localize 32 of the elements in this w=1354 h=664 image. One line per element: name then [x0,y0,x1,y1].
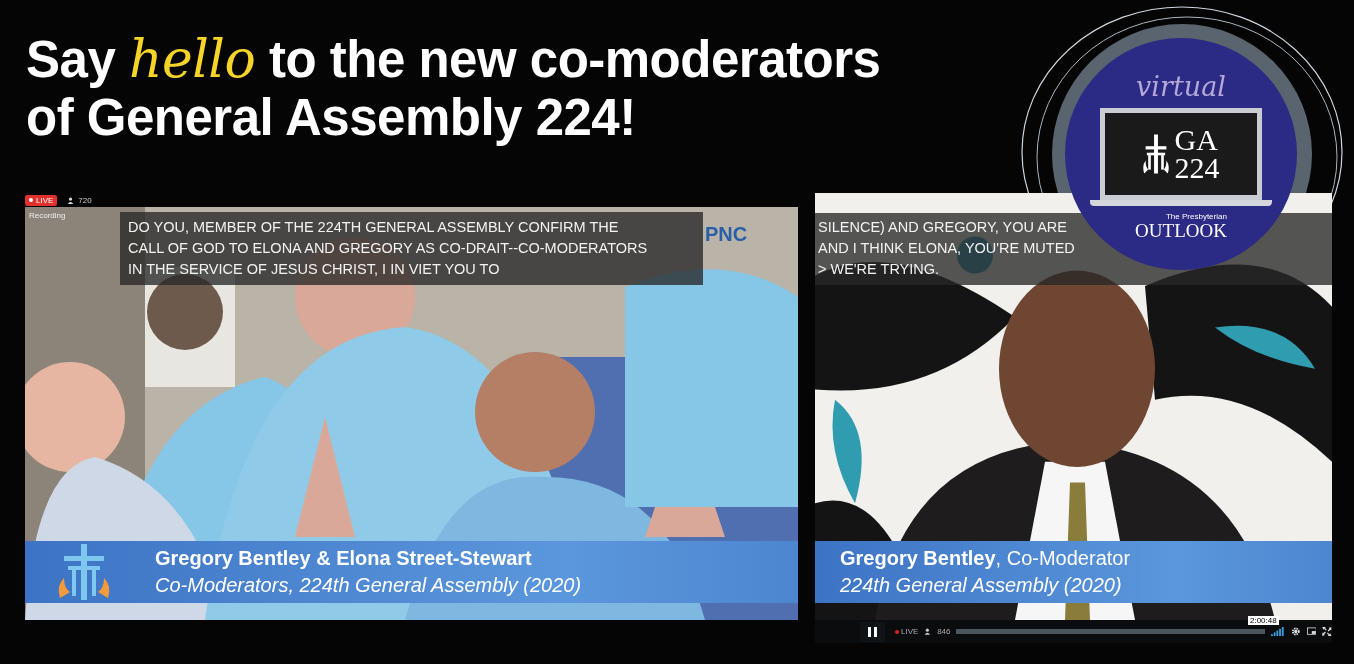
viewer-icon [67,196,75,204]
time-tooltip: 2:00:48 [1247,616,1279,625]
publisher-small-text: The Presbyterian [1166,212,1227,221]
viewer-count: 846 [937,627,951,636]
speaker-title: Co-Moderators, 224th General Assembly (2020) [155,573,582,598]
speaker-title: 224th General Assembly (2020) [840,573,1123,598]
publisher-name: OUTLOOK [1135,221,1227,241]
badge-number: 224 [1174,154,1220,182]
caption-text: CALL OF GOD TO ELONA AND GREGORY AS CO-DRAIT--CO-MODERATORS [128,239,648,258]
headline-text: of General Assembly 224! [26,89,636,147]
recording-label: Recording [29,211,66,220]
caption-text: SILENCE) AND GREGORY, YOU ARE [818,218,1067,237]
sponsor-logo: PNC [705,223,748,246]
speaker-name: Gregory Bentley & Elona Street-Stewart [155,546,533,571]
headline-text: Say hello to the new co-moderators [26,30,881,89]
live-indicator: LIVE [895,627,919,636]
viewer-count: 720 [78,195,92,205]
badge-script-text: virtual [1136,72,1226,102]
cross-flame-icon [1142,134,1169,174]
pause-button[interactable] [860,621,886,642]
badge-title: GA [1174,126,1218,154]
settings-icon[interactable] [1291,627,1301,636]
caption-text: DO YOU, MEMBER OF THE 224TH GENERAL ASSEMBLY CONFIRM THE [128,218,619,237]
fullscreen-icon[interactable] [1322,627,1332,636]
speaker-name: Gregory Bentley, Co-Moderator [840,546,1131,571]
live-badge: LIVE [25,194,58,206]
picture-in-picture-icon[interactable] [1306,627,1317,636]
caption-text: AND I THINK ELONA, YOU'RE MUTED [818,239,1075,258]
signal-icon [1270,627,1286,636]
viewer-icon [924,628,932,635]
caption-text: > WE'RE TRYING. [818,260,940,279]
caption-text: IN THE SERVICE OF JESUS CHRIST, I IN VIET YOU TO [128,260,500,279]
